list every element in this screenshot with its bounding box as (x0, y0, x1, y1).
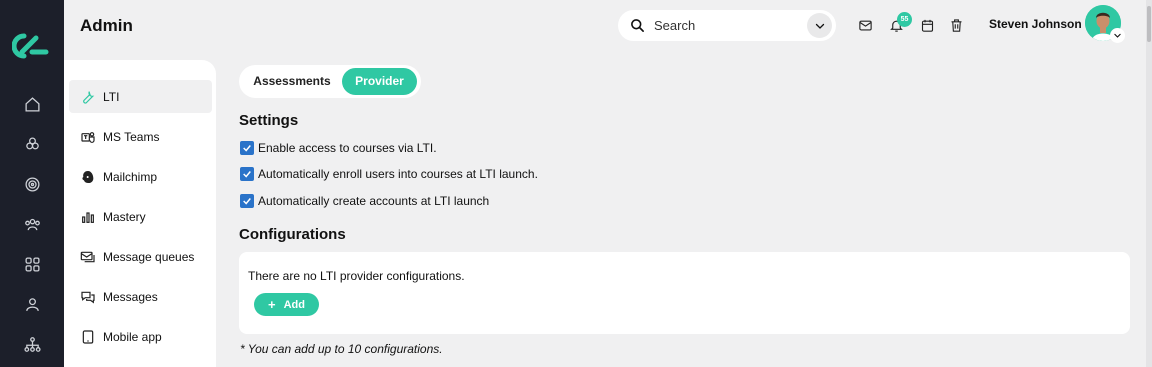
app-rail (0, 0, 64, 367)
configurations-note: * You can add up to 10 configurations. (240, 342, 443, 356)
settings-sidebar: LTI MS Teams Mailchimp Mastery Message q… (64, 60, 216, 367)
tab-provider[interactable]: Provider (342, 68, 417, 95)
setting-enable-access: Enable access to courses via LTI. (240, 141, 437, 155)
sidebar-item-mastery[interactable]: Mastery (69, 200, 212, 233)
empty-state-text: There are no LTI provider configurations… (248, 269, 465, 283)
sidebar-item-mobile-app[interactable]: Mobile app (69, 320, 212, 353)
chevron-down-icon (1114, 33, 1121, 38)
setting-auto-create-accounts: Automatically create accounts at LTI lau… (240, 194, 489, 208)
trash-icon[interactable] (947, 16, 965, 34)
setting-auto-enroll: Automatically enroll users into courses … (240, 167, 538, 181)
sidebar-item-message-queues[interactable]: Message queues (69, 240, 212, 273)
sidebar-item-label: Mastery (103, 209, 146, 224)
sidebar-item-label: LTI (103, 89, 120, 104)
plus-icon: + (268, 297, 276, 312)
user-name[interactable]: Steven Johnson (989, 17, 1082, 31)
bar-chart-icon (82, 211, 94, 223)
mailchimp-icon (82, 170, 94, 183)
chat-bubbles-icon (81, 291, 95, 304)
calendar-icon[interactable] (918, 16, 936, 34)
checkbox-auto-enroll[interactable] (240, 167, 254, 181)
mail-icon[interactable] (856, 16, 874, 34)
brand-logo[interactable] (12, 30, 52, 62)
home-icon[interactable] (22, 94, 42, 114)
sidebar-item-ms-teams[interactable]: MS Teams (69, 120, 212, 153)
ms-teams-icon (81, 131, 95, 143)
sidebar-item-lti[interactable]: LTI (69, 80, 212, 113)
sidebar-item-label: Messages (103, 289, 158, 304)
checkmark-icon (243, 171, 251, 178)
tablet-icon (82, 329, 94, 344)
search-bar[interactable] (618, 10, 836, 41)
sidebar-item-messages[interactable]: Messages (69, 280, 212, 313)
sidebar-item-label: MS Teams (103, 129, 160, 144)
checkbox-auto-create-accounts[interactable] (240, 194, 254, 208)
search-icon (631, 19, 644, 32)
scrollbar-thumb[interactable] (1147, 6, 1151, 42)
checkmark-icon (243, 198, 251, 205)
tab-assessments[interactable]: Assessments (243, 68, 341, 95)
wrench-icon (83, 90, 95, 104)
search-input[interactable] (654, 18, 794, 33)
user-menu-chevron[interactable] (1110, 28, 1125, 43)
configurations-heading: Configurations (239, 226, 346, 243)
org-chart-icon[interactable] (22, 334, 42, 354)
configurations-panel (239, 252, 1130, 334)
user-icon[interactable] (22, 294, 42, 314)
chevron-down-icon (815, 23, 824, 29)
checkbox-enable-access[interactable] (240, 141, 254, 155)
courses-icon[interactable] (22, 134, 42, 154)
notification-badge: 55 (897, 12, 912, 27)
sidebar-item-mailchimp[interactable]: Mailchimp (69, 160, 212, 193)
page-title: Admin (80, 16, 133, 35)
checkbox-label: Enable access to courses via LTI. (258, 141, 437, 155)
users-group-icon[interactable] (22, 214, 42, 234)
scrollbar-track[interactable] (1146, 0, 1152, 367)
search-dropdown-button[interactable] (807, 13, 832, 38)
sidebar-item-label: Mailchimp (103, 169, 158, 184)
checkmark-icon (243, 145, 251, 152)
checkbox-label: Automatically create accounts at LTI lau… (258, 194, 490, 208)
add-button-label: Add (283, 298, 305, 311)
sidebar-item-label: Message queues (103, 249, 195, 264)
tab-bar: Assessments Provider (239, 65, 421, 98)
target-icon[interactable] (22, 174, 42, 194)
apps-grid-icon[interactable] (22, 254, 42, 274)
sidebar-item-label: Mobile app (103, 329, 162, 344)
settings-heading: Settings (239, 112, 299, 129)
add-configuration-button[interactable]: + Add (254, 293, 319, 316)
message-queue-icon (80, 251, 95, 262)
checkbox-label: Automatically enroll users into courses … (258, 167, 538, 181)
